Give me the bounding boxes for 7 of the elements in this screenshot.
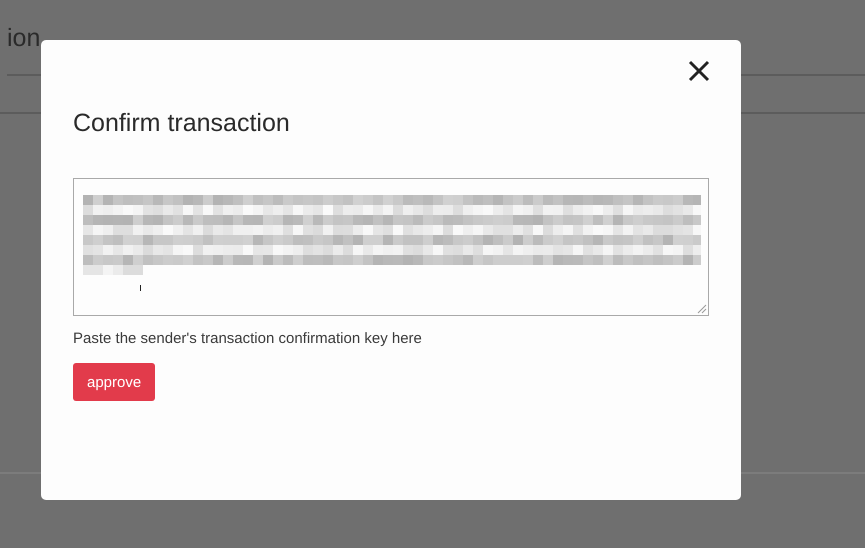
field-hint: Paste the sender's transaction confirmation key here — [73, 330, 423, 347]
resize-grip-icon[interactable] — [695, 302, 707, 314]
page-heading: ion — [7, 24, 40, 52]
close-icon[interactable] — [688, 60, 710, 82]
approve-button[interactable]: approve — [73, 363, 156, 401]
key-field[interactable] — [73, 178, 709, 316]
dialog-title: Confirm transaction — [73, 109, 291, 138]
